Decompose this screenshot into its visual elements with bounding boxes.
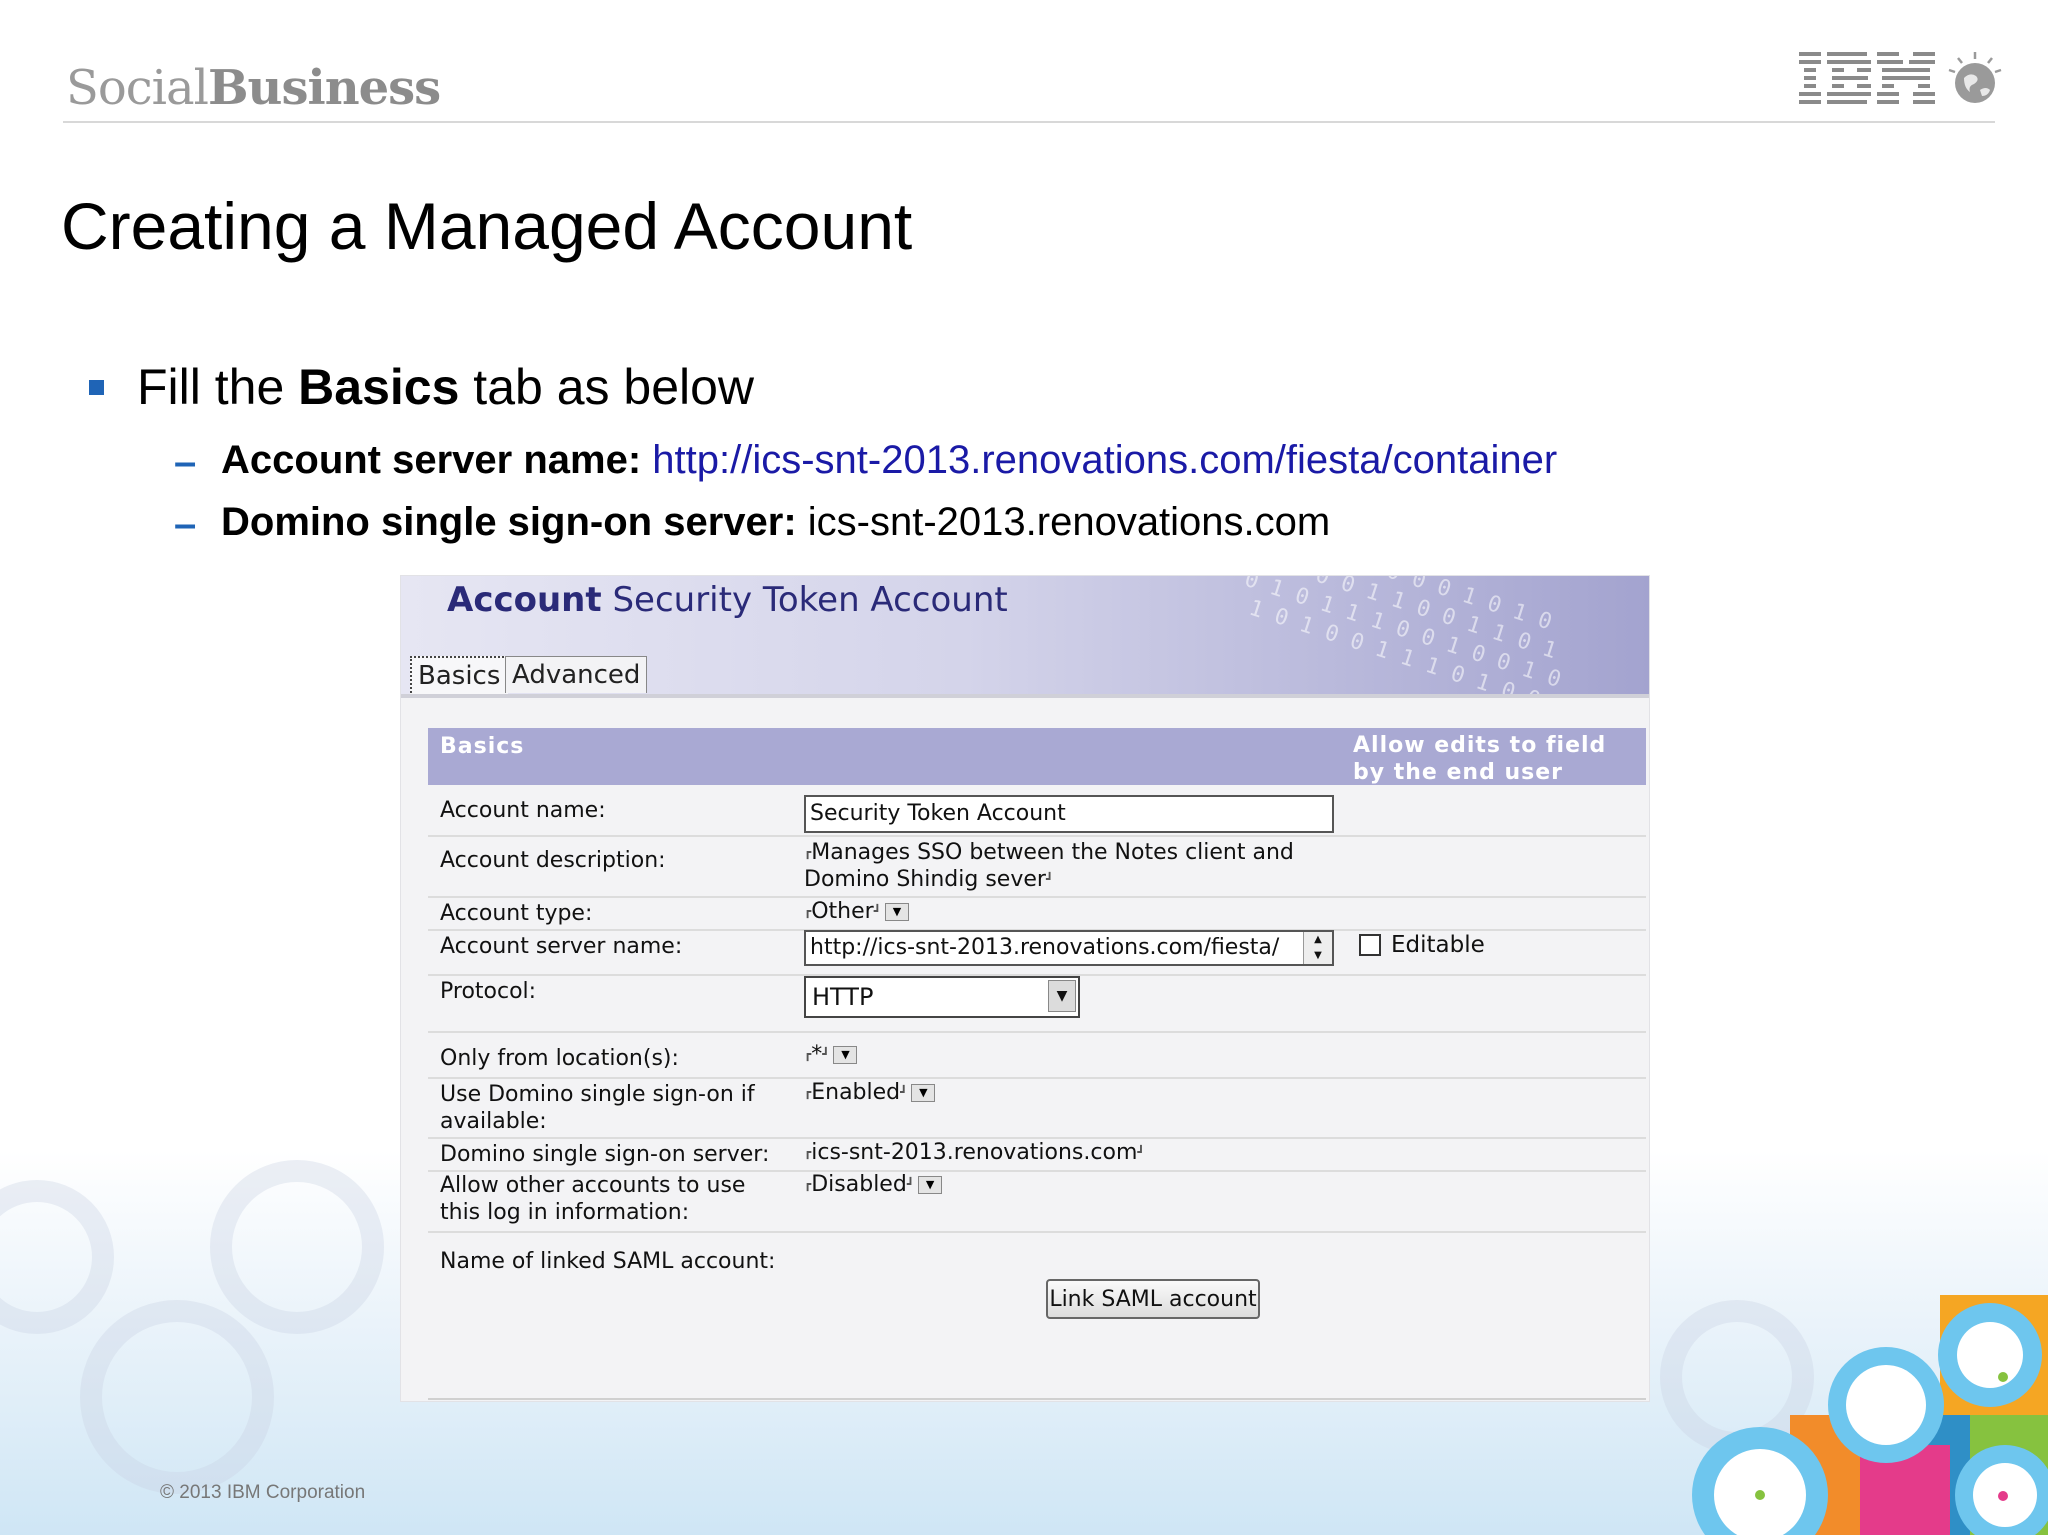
bullet-square (89, 380, 104, 395)
sub-bullet-dash: – (174, 502, 197, 546)
social-business-graphic (1692, 1295, 2048, 1535)
account-description-value[interactable]: ┏Manages SSO between the Notes client an… (804, 839, 1324, 893)
sub-bullet-dash: – (174, 440, 197, 484)
dropdown-arrow-icon[interactable]: ▼ (918, 1176, 943, 1194)
link-saml-account-button[interactable]: Link SAML account (1046, 1279, 1260, 1319)
row-protocol: Protocol: HTTP ▼ (428, 974, 1646, 1033)
row-account-description: Account description: ┏Manages SSO betwee… (428, 835, 1646, 898)
protocol-select[interactable]: HTTP ▼ (804, 976, 1080, 1018)
account-description-label: Account description: (440, 848, 666, 873)
account-name-input[interactable]: Security Token Account (804, 795, 1334, 833)
location-label: Only from location(s): (440, 1046, 679, 1071)
sso-server-field[interactable]: ┏ics-snt-2013.renovations.com┛ (804, 1139, 1145, 1166)
location-field[interactable]: ┏*┛ ▼ (804, 1041, 858, 1068)
dropdown-arrow-icon[interactable]: ▼ (884, 903, 909, 921)
account-type-field[interactable]: ┏Other┛ ▼ (804, 898, 909, 925)
row-use-sso: Use Domino single sign-on if available: … (428, 1077, 1646, 1139)
smarter-planet-globe-icon (1948, 52, 2002, 103)
slide-title: Creating a Managed Account (61, 189, 913, 263)
editable-label: Editable (1391, 932, 1485, 958)
row-allow-other: Allow other accounts to use this log in … (428, 1170, 1646, 1233)
row-account-type: Account type: ┏Other┛ ▼ (428, 896, 1646, 931)
section-header: Basics Allow edits to field by the end u… (428, 728, 1646, 785)
background-ring (210, 1160, 384, 1334)
dropdown-arrow-icon[interactable]: ▼ (833, 1046, 858, 1064)
editable-checkbox[interactable] (1359, 934, 1381, 956)
social-business-logo: SocialBusiness (66, 60, 441, 116)
row-sso-server: Domino single sign-on server: ┏ics-snt-2… (428, 1137, 1646, 1172)
allow-other-field[interactable]: ┏Disabled┛ ▼ (804, 1171, 943, 1198)
use-sso-field[interactable]: ┏Enabled┛ ▼ (804, 1079, 936, 1106)
account-type-label: Account type: (440, 901, 593, 926)
allow-edits-header: Allow edits to field by the end user (1353, 733, 1607, 785)
protocol-label: Protocol: (440, 979, 537, 1004)
linked-saml-label: Name of linked SAML account: (440, 1249, 776, 1274)
row-account-name: Account name: Security Token Account (428, 785, 1646, 837)
form-bottom-divider (428, 1398, 1646, 1400)
background-ring (80, 1300, 274, 1494)
header-divider (63, 121, 1995, 123)
server-name-label: Account server name: (440, 934, 683, 959)
binary-decoration: 0 0 1 1 0 0 0 1 0 1 0 0 1 0 0 1 1 0 0 1 … (1233, 576, 1565, 694)
row-server-name: Account server name: http://ics-snt-2013… (428, 929, 1646, 976)
server-url-link[interactable]: http://ics-snt-2013.renovations.com/fies… (641, 438, 1557, 482)
ibm-logo (1799, 52, 1935, 104)
spinner-icon[interactable]: ▲ ▼ (1303, 932, 1332, 964)
use-sso-label: Use Domino single sign-on if available: (440, 1082, 755, 1134)
dropdown-arrow-icon[interactable]: ▼ (911, 1084, 936, 1102)
chevron-down-icon[interactable]: ▼ (1048, 980, 1076, 1012)
account-form-panel: 0 0 1 1 0 0 0 1 0 1 0 0 1 0 0 1 1 0 0 1 … (400, 575, 1650, 1402)
copyright: © 2013 IBM Corporation (160, 1482, 366, 1503)
sub-bullet-server-name: Account server name: http://ics-snt-2013… (221, 438, 1558, 482)
tab-underline (401, 694, 1649, 698)
server-name-input[interactable]: http://ics-snt-2013.renovations.com/fies… (804, 930, 1334, 966)
bullet-text: Fill the Basics tab as below (137, 359, 755, 415)
tab-basics[interactable]: Basics (410, 656, 509, 694)
form-banner: 0 0 1 1 0 0 0 1 0 1 0 0 1 0 0 1 1 0 0 1 … (401, 576, 1649, 694)
account-name-label: Account name: (440, 798, 606, 823)
sso-server-label: Domino single sign-on server: (440, 1142, 770, 1167)
tab-advanced[interactable]: Advanced (505, 656, 648, 693)
form-banner-title: Account Security Token Account (447, 580, 1008, 620)
sub-bullet-sso-server: Domino single sign-on server: ics-snt-20… (221, 500, 1331, 544)
section-header-title: Basics (440, 734, 525, 759)
row-location: Only from location(s): ┏*┛ ▼ (428, 1031, 1646, 1079)
allow-other-label: Allow other accounts to use this log in … (440, 1173, 746, 1225)
